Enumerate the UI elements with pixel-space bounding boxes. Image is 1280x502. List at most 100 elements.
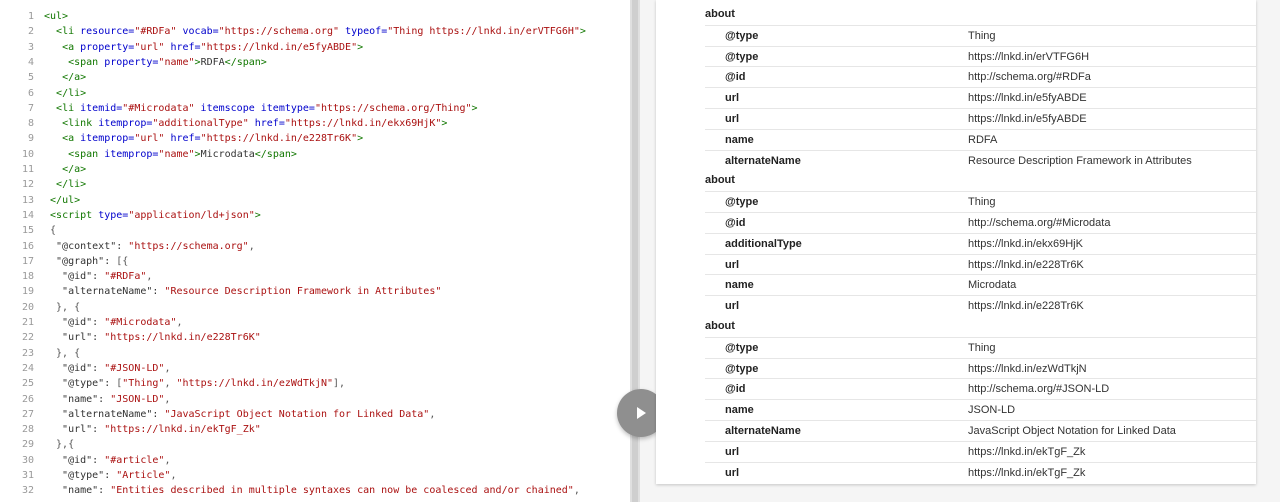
code-token: "Entities described in multiple syntaxes… [110,485,574,497]
line-number: 26 [21,393,34,405]
code-line[interactable]: 30 "@id": "#article", [0,453,630,468]
property-key: about [705,8,735,20]
code-line[interactable]: 17 "@graph": [{ [0,254,630,269]
code-token: </a> [62,72,87,84]
code-token: vocab= [176,26,219,38]
code-token: "https://schema.org/Thing" [314,102,472,114]
code-line[interactable]: 4 <span property="name">RDFA</span> [0,55,630,70]
result-property-row: alternateName Resource Description Framew… [705,149,1256,172]
code-line[interactable]: 9 <a itemprop="url" href="https://lnkd.i… [0,131,630,146]
line-number: 27 [21,408,34,420]
line-number: 32 [21,485,34,497]
code-token: "@graph": [44,255,117,267]
code-token: "#Microdata" [122,102,195,114]
code-token: "#Microdata" [104,317,177,328]
code-line[interactable]: 25 "@type": ["Thing", "https://lnkd.in/e… [0,376,630,391]
code-line[interactable]: 27 "alternateName": "JavaScript Object N… [0,407,630,422]
code-line[interactable]: 22 "url": "https://lnkd.in/e228Tr6K" [0,330,630,345]
code-token: "@context": [44,240,129,252]
property-key: url [725,92,740,105]
code-line[interactable]: 2 <li resource="#RDFa" vocab="https://sc… [0,24,630,39]
code-token: </ul> [50,194,81,206]
code-line[interactable]: 23 }, { [0,346,630,361]
property-key: additionalType [725,237,802,250]
line-number: 17 [21,255,34,267]
code-line[interactable]: 3 <a property="url" href="https://lnkd.i… [0,40,630,55]
property-value: RDFA [968,133,998,146]
code-line[interactable]: 5 </a> [0,70,630,85]
code-token: "JavaScript Object Notation for Linked D… [164,408,430,420]
code-token: { [44,225,57,237]
code-token: },{ [44,439,75,451]
property-key: @type [725,362,759,375]
result-property-row: @type Thing [705,191,1256,213]
code-line[interactable]: 1 <ul> [0,9,630,24]
property-key: @type [725,50,759,63]
line-number: 22 [21,332,34,344]
code-token: "https://schema.org" [218,26,340,38]
code-token: "Resource Description Framework in Attri… [164,286,442,298]
code-line[interactable]: 31 "@type": "Article", [0,468,630,483]
code-token: , [164,393,171,405]
property-value: http://schema.org/#Microdata [968,217,1111,229]
line-number: 24 [21,362,34,374]
code-token: resource= [74,26,135,38]
code-token: RDFA [200,56,225,68]
code-line[interactable]: 15 { [0,223,630,238]
code-token: , [429,408,436,420]
code-line[interactable]: 29 },{ [0,437,630,452]
line-number: 9 [27,133,34,145]
code-line[interactable]: 32 "name": "Entities described in multip… [0,483,630,498]
line-number: 20 [21,301,34,313]
code-editor[interactable]: 1 <ul> 2 <li resource="#RDFa" vocab="https… [0,0,630,502]
code-line[interactable]: 6 </li> [0,86,630,101]
line-number: 11 [21,164,34,175]
code-line[interactable]: 14 <script type="application/ld+json"> [0,208,630,223]
result-group-header: about [656,170,1256,191]
result-property-row: @id http://schema.org/#Microdata [705,212,1256,234]
property-value: http://schema.org/#RDFa [968,71,1091,84]
line-number: 14 [21,209,34,221]
code-token: href= [164,133,201,145]
code-line[interactable]: 10 <span itemprop="name">Microdata</span… [0,147,630,162]
code-token: property= [74,41,135,53]
code-line[interactable]: 12 </li> [0,177,630,192]
line-number: 10 [21,148,34,160]
code-line[interactable]: 16 "@context": "https://schema.org", [0,239,630,254]
property-key: url [725,113,740,125]
code-line[interactable]: 19 "alternateName": "Resource Descriptio… [0,284,630,299]
line-number: 3 [27,41,34,53]
code-token: </li> [56,87,87,99]
property-key: name [725,133,754,146]
code-line[interactable]: 18 "@id": "#RDFa", [0,269,630,284]
code-line[interactable]: 8 <link itemprop="additionalType" href="… [0,116,630,131]
result-property-row: @type Thing [705,336,1256,359]
code-token: "#RDFa" [134,26,177,38]
code-token: itemid= [74,102,123,114]
result-property-row: @id http://schema.org/#RDFa [705,66,1256,88]
code-token: itemprop= [74,133,135,145]
code-token: href= [164,41,201,53]
code-token: > [579,26,586,38]
line-number: 2 [27,26,34,38]
code-line[interactable]: 11 </a> [0,162,630,177]
code-token: "@id": [44,362,105,374]
play-icon [637,407,646,419]
code-line[interactable]: 20 }, { [0,300,630,315]
code-line[interactable]: 21 "@id": "#Microdata", [0,315,630,330]
code-token: , [573,485,580,497]
code-line[interactable]: 24 "@id": "#JSON-LD", [0,361,630,376]
property-value: https://lnkd.in/erVTFG6H [968,50,1090,63]
code-line[interactable]: 28 "url": "https://lnkd.in/ekTgF_Zk" [0,422,630,437]
result-property-row: @id http://schema.org/#JSON-LD [705,378,1256,400]
code-line[interactable]: 13 </ul> [0,193,630,208]
result-property-row: url https://lnkd.in/ekTgF_Zk [705,461,1256,484]
code-line[interactable]: 7 <li itemid="#Microdata" itemscope item… [0,101,630,116]
code-token: <li [56,102,75,114]
property-key: name [725,404,754,417]
result-property-row: name Microdata [705,274,1256,296]
code-line[interactable]: 26 "name": "JSON-LD", [0,392,630,407]
